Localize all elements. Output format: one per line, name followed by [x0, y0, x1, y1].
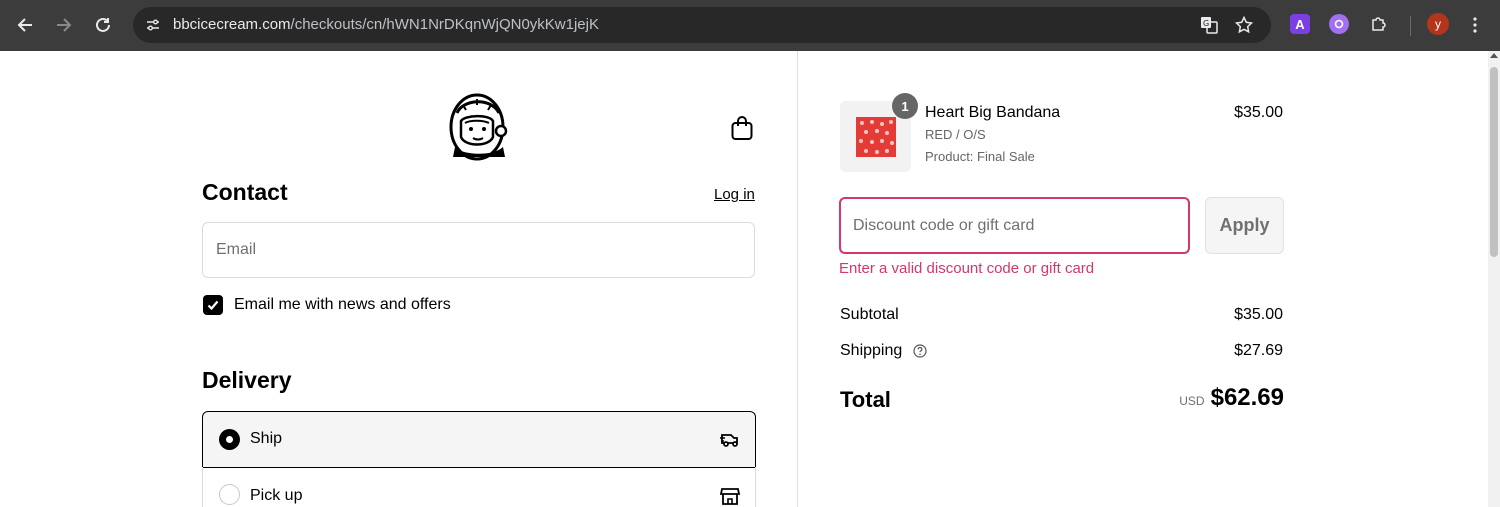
address-bar[interactable]: bbcicecream.com/checkouts/cn/hWN1NrDKqnW…: [133, 7, 1271, 43]
column-divider: [797, 51, 798, 507]
extension-a-icon[interactable]: A: [1290, 14, 1310, 34]
toolbar-separator: [1410, 16, 1411, 36]
profile-avatar[interactable]: y: [1427, 13, 1449, 35]
translate-icon[interactable]: G: [1199, 15, 1219, 35]
astronaut-helmet-logo[interactable]: [447, 91, 509, 163]
newsletter-checkbox[interactable]: [203, 295, 223, 315]
currency-code: USD: [1179, 394, 1205, 408]
ship-radio[interactable]: [219, 429, 240, 450]
delivery-option-ship[interactable]: Ship: [202, 411, 756, 468]
delivery-option-pickup[interactable]: Pick up: [202, 467, 756, 507]
shopping-bag-icon[interactable]: [730, 115, 754, 141]
forward-icon[interactable]: [52, 13, 76, 37]
scrollbar-thumb[interactable]: [1490, 67, 1498, 257]
truck-icon: [719, 428, 741, 450]
pickup-label: Pick up: [250, 487, 303, 504]
shipping-label: Shipping: [840, 342, 903, 359]
subtotal-label: Subtotal: [840, 306, 899, 323]
apply-discount-button[interactable]: Apply: [1205, 197, 1284, 254]
discount-error-message: Enter a valid discount code or gift card: [839, 260, 1095, 277]
extension-swirl-icon[interactable]: [1329, 14, 1349, 34]
url-text[interactable]: bbcicecream.com/checkouts/cn/hWN1NrDKqnW…: [173, 16, 599, 33]
pickup-radio[interactable]: [219, 484, 240, 505]
checkout-page: Contact Log in Email Email me with news …: [0, 51, 1488, 507]
bookmark-star-icon[interactable]: [1234, 15, 1254, 35]
back-icon[interactable]: [13, 13, 37, 37]
subtotal-value: $35.00: [1234, 306, 1283, 323]
extensions-puzzle-icon[interactable]: [1369, 14, 1389, 34]
quantity-badge: 1: [892, 93, 918, 119]
email-field[interactable]: Email: [202, 222, 755, 278]
browser-menu-icon[interactable]: [1470, 13, 1480, 37]
discount-code-input[interactable]: Discount code or gift card: [839, 197, 1190, 254]
shipping-value: $27.69: [1234, 342, 1283, 359]
product-note: Product: Final Sale: [925, 149, 1035, 164]
store-icon: [719, 485, 741, 507]
total-label: Total: [840, 387, 891, 412]
reload-icon[interactable]: [91, 13, 115, 37]
page-scrollbar[interactable]: [1488, 51, 1500, 507]
shipping-row-label: Shipping: [840, 342, 927, 360]
delivery-heading: Delivery: [202, 367, 292, 393]
newsletter-option[interactable]: Email me with news and offers: [203, 294, 451, 316]
contact-heading: Contact: [202, 179, 288, 205]
browser-toolbar: bbcicecream.com/checkouts/cn/hWN1NrDKqnW…: [0, 0, 1500, 51]
total-value: $62.69: [1210, 384, 1284, 411]
help-circle-icon[interactable]: [913, 344, 927, 358]
site-info-icon[interactable]: [141, 13, 165, 37]
newsletter-label: Email me with news and offers: [234, 296, 451, 313]
svg-text:G: G: [1203, 19, 1209, 28]
total-amount: USD $62.69: [1100, 384, 1284, 412]
product-price: $35.00: [1234, 104, 1283, 121]
ship-label: Ship: [250, 430, 283, 447]
email-placeholder: Email: [216, 241, 257, 258]
discount-placeholder: Discount code or gift card: [853, 216, 1035, 234]
product-name: Heart Big Bandana: [925, 104, 1061, 121]
product-variant: RED / O/S: [925, 127, 986, 142]
login-link[interactable]: Log in: [714, 186, 755, 203]
scroll-up-arrow-icon[interactable]: [1490, 53, 1498, 58]
